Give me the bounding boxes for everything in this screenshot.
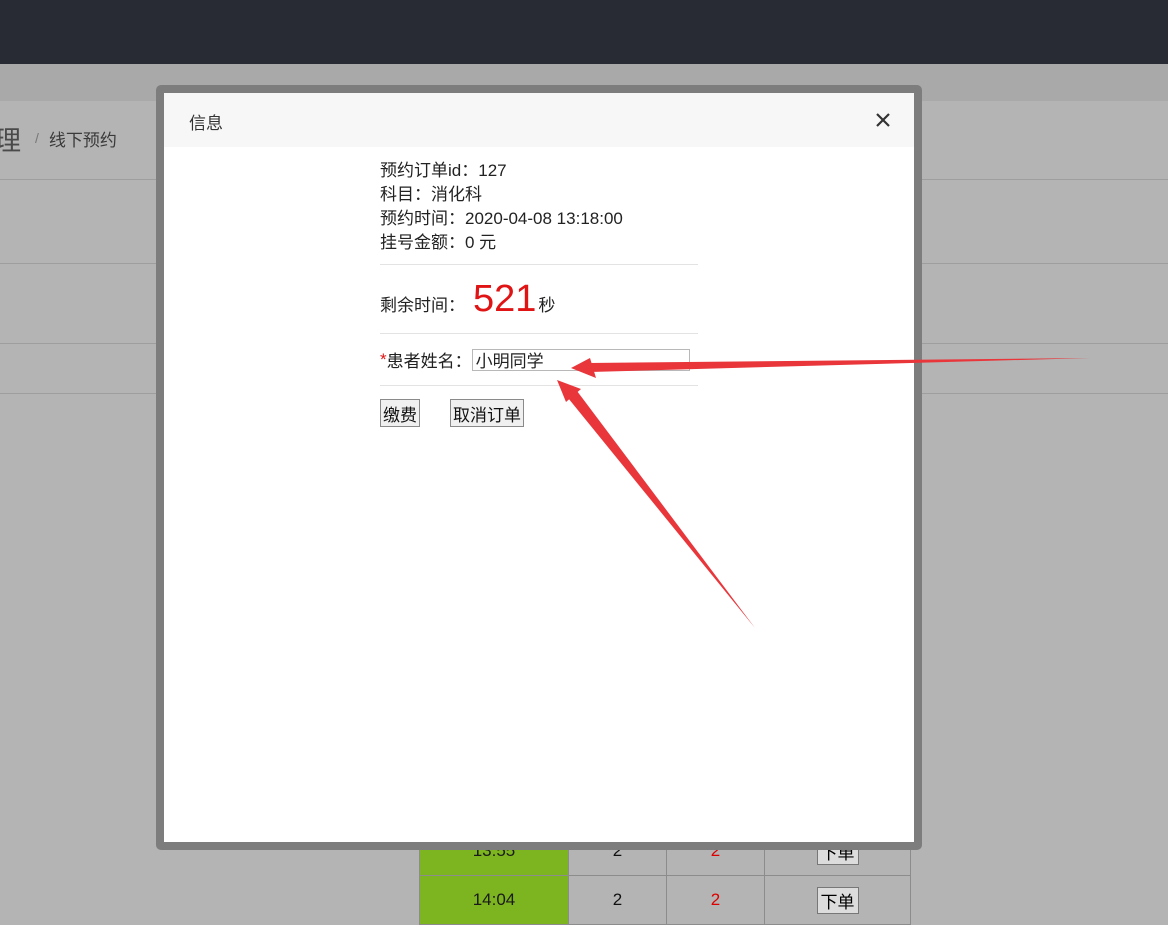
table-row: 14:04 2 2 下单 [419, 875, 911, 925]
required-mark: * [380, 349, 387, 369]
order-id-label: 预约订单id： [380, 161, 479, 180]
order-button[interactable]: 下单 [816, 886, 859, 914]
appointment-time-line: 预约时间：2020-04-08 13:18:00 [380, 207, 698, 231]
breadcrumb-separator: / [35, 130, 39, 146]
modal-title: 信息 [189, 114, 223, 133]
fee-value: 0 元 [465, 233, 497, 252]
countdown-row: 剩余时间： 521 秒 [380, 265, 698, 333]
close-button[interactable] [870, 107, 896, 133]
appointment-time-label: 预约时间： [380, 209, 465, 228]
action-cell: 下单 [764, 875, 911, 925]
info-modal: 信息 预约订单id：127 科目：消化科 预约时间：2020-04-08 13:… [164, 93, 914, 842]
breadcrumb: 理 / 线下预约 [0, 118, 117, 158]
cancel-order-button[interactable]: 取消订单 [450, 399, 524, 427]
patient-name-label: 患者姓名： [386, 352, 472, 371]
countdown-value: 521 [473, 277, 537, 320]
divider-line [380, 385, 698, 386]
count-cell: 2 [568, 875, 667, 925]
subject-value: 消化科 [431, 185, 482, 204]
top-navbar [0, 0, 1168, 64]
breadcrumb-current: 线下预约 [48, 130, 117, 150]
order-id-line: 预约订单id：127 [380, 159, 698, 183]
countdown-label: 剩余时间： [380, 295, 465, 315]
appointment-time-value: 2020-04-08 13:18:00 [465, 209, 623, 228]
modal-frame: 信息 预约订单id：127 科目：消化科 预约时间：2020-04-08 13:… [156, 85, 922, 850]
patient-name-row: * 患者姓名： [380, 334, 698, 385]
close-icon [876, 113, 890, 127]
subject-line: 科目：消化科 [380, 183, 698, 207]
breadcrumb-parent[interactable]: 理 [0, 119, 21, 158]
action-buttons: 缴费 取消订单 [380, 399, 698, 427]
countdown-unit: 秒 [538, 295, 556, 315]
patient-name-input[interactable] [471, 348, 690, 371]
order-id-value: 127 [478, 161, 507, 180]
modal-header: 信息 [164, 93, 914, 147]
remaining-cell: 2 [666, 875, 765, 925]
pay-button[interactable]: 缴费 [380, 399, 420, 427]
fee-line: 挂号金额：0 元 [380, 231, 698, 255]
modal-body: 预约订单id：127 科目：消化科 预约时间：2020-04-08 13:18:… [380, 159, 698, 427]
fee-label: 挂号金额： [380, 233, 465, 252]
subject-label: 科目： [380, 185, 431, 204]
time-cell: 14:04 [419, 875, 569, 925]
